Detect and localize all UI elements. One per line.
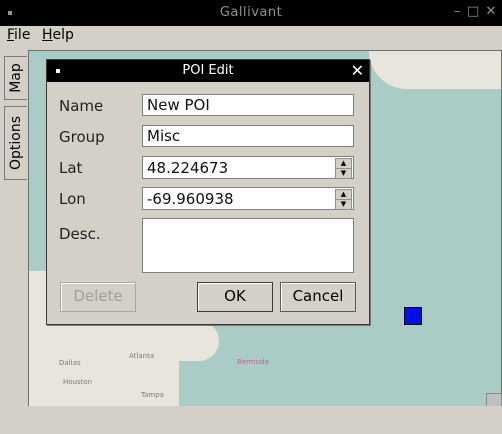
poi-edit-dialog: POI Edit ✕ Name New POI Group Misc Lat 4… (46, 59, 370, 325)
group-label: Group (59, 128, 105, 146)
group-field[interactable]: Misc (142, 125, 354, 147)
minimize-icon[interactable]: – (451, 5, 463, 19)
lat-label: Lat (59, 159, 83, 177)
window-bottom (0, 406, 502, 434)
window-title: Gallivant (219, 5, 283, 20)
tab-map[interactable]: Map (4, 56, 27, 100)
map-label-houston: Houston (63, 378, 93, 386)
lon-down-icon[interactable]: ▼ (335, 199, 352, 210)
tab-options[interactable]: Options (4, 106, 27, 180)
land-area (179, 321, 219, 361)
dialog-close-icon[interactable]: ✕ (351, 61, 364, 80)
lon-spinbox[interactable]: -69.960938 ▲ ▼ (142, 187, 354, 210)
maximize-icon[interactable]: □ (467, 5, 479, 19)
dialog-title: POI Edit (182, 63, 234, 78)
cancel-button[interactable]: Cancel (280, 282, 356, 312)
name-field[interactable]: New POI (142, 94, 354, 116)
name-label: Name (59, 97, 104, 115)
close-icon[interactable]: ✕ (485, 5, 497, 19)
map-label-atlanta: Atlanta (129, 352, 155, 360)
map-label-dallas: Dallas (59, 359, 81, 367)
land-area (369, 51, 501, 89)
map-label-bermuda: Bermuda (237, 358, 269, 366)
side-tabs: Map Options (4, 56, 28, 406)
window-titlebar: Gallivant – □ ✕ (0, 0, 502, 26)
lat-value: 48.224673 (147, 159, 229, 177)
delete-button[interactable]: Delete (60, 282, 136, 312)
poi-marker[interactable] (404, 307, 422, 325)
desc-textarea[interactable] (142, 218, 354, 273)
ok-button[interactable]: OK (197, 282, 273, 312)
dialog-titlebar: POI Edit ✕ (47, 60, 369, 82)
menu-help[interactable]: Help (42, 27, 74, 43)
lat-down-icon[interactable]: ▼ (335, 168, 352, 179)
map-label-tampa: Tampa (141, 391, 164, 399)
lat-spinbox[interactable]: 48.224673 ▲ ▼ (142, 156, 354, 179)
lon-label: Lon (59, 190, 86, 208)
lon-value: -69.960938 (147, 190, 234, 208)
menu-bar: File Help (0, 26, 502, 46)
resize-grip[interactable] (486, 393, 502, 407)
menu-file[interactable]: File (7, 27, 30, 43)
desc-label: Desc. (59, 225, 101, 243)
